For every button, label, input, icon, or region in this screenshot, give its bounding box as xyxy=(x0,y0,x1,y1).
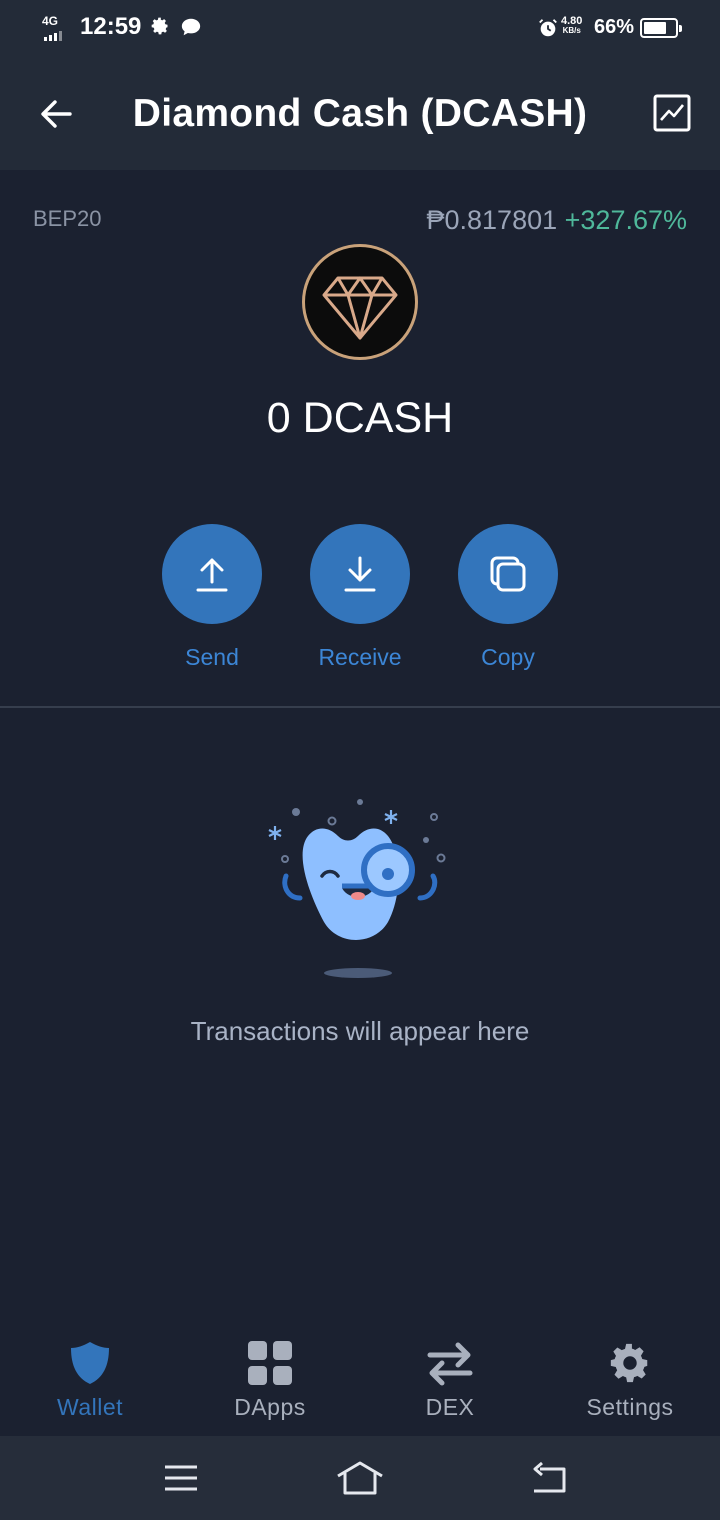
tab-dex[interactable]: DEX xyxy=(360,1330,540,1421)
send-label: Send xyxy=(185,644,239,670)
copy-circle[interactable] xyxy=(458,524,558,624)
diamond-icon xyxy=(302,244,418,360)
alarm-icon xyxy=(539,19,557,37)
token-network-label: BEP20 xyxy=(33,206,102,231)
send-circle[interactable] xyxy=(162,524,262,624)
home-icon[interactable] xyxy=(336,1460,384,1496)
system-nav-bar xyxy=(0,1436,720,1520)
shield-icon xyxy=(71,1342,109,1384)
send-button[interactable]: Send xyxy=(162,524,262,671)
download-arrow-icon xyxy=(344,556,376,592)
tab-wallet-label: Wallet xyxy=(56,1394,124,1420)
tab-dapps-label: DApps xyxy=(234,1394,306,1420)
signal-bars-icon xyxy=(44,31,62,41)
tab-dex-label: DEX xyxy=(425,1394,475,1420)
copy-label: Copy xyxy=(481,644,535,670)
tab-settings-label: Settings xyxy=(586,1394,674,1420)
empty-transactions-illustration xyxy=(268,799,446,978)
settings-notification-icon xyxy=(151,17,168,35)
network-speed: 4.80 KB/s xyxy=(561,16,582,36)
chat-notification-icon xyxy=(181,18,201,36)
token-balance: 0 DCASH xyxy=(266,394,454,442)
app-header: Diamond Cash (DCASH) xyxy=(0,56,720,170)
section-divider xyxy=(0,706,720,708)
token-price: ₱0.817801 +327.67% xyxy=(427,205,688,236)
menu-icon[interactable] xyxy=(163,1460,199,1496)
tab-wallet[interactable]: Wallet xyxy=(0,1330,180,1421)
bottom-tab-bar: Wallet DApps DEX Settings xyxy=(0,1330,720,1436)
copy-icon xyxy=(490,556,526,592)
battery-percent: 66% xyxy=(594,16,635,38)
speed-unit: KB/s xyxy=(562,26,581,35)
grid-icon xyxy=(248,1341,292,1385)
speed-value: 4.80 xyxy=(561,15,583,27)
tab-settings[interactable]: Settings xyxy=(540,1330,720,1421)
status-time: 12:59 xyxy=(80,13,142,40)
upload-arrow-icon xyxy=(196,558,228,592)
receive-circle[interactable] xyxy=(310,524,410,624)
price-value: ₱0.817801 xyxy=(426,205,558,235)
signal-indicator: 4G xyxy=(42,14,76,41)
receive-label: Receive xyxy=(318,644,402,670)
swap-arrows-icon xyxy=(427,1342,473,1386)
network-type: 4G xyxy=(42,14,59,28)
receive-button[interactable]: Receive xyxy=(310,524,410,671)
empty-transactions-message: Transactions will appear here xyxy=(190,1016,530,1046)
back-nav-icon[interactable] xyxy=(530,1460,568,1496)
tab-dapps[interactable]: DApps xyxy=(180,1330,360,1421)
battery-icon xyxy=(640,18,682,38)
price-change: +327.67% xyxy=(564,205,687,235)
status-bar: 4G 12:59 4.80 KB/s 66% xyxy=(0,0,720,56)
action-buttons: Send Receive Copy xyxy=(0,524,720,684)
copy-button[interactable]: Copy xyxy=(458,524,558,671)
line-chart-icon[interactable] xyxy=(653,94,691,132)
gear-icon xyxy=(610,1343,648,1383)
page-title: Diamond Cash (DCASH) xyxy=(132,92,588,135)
